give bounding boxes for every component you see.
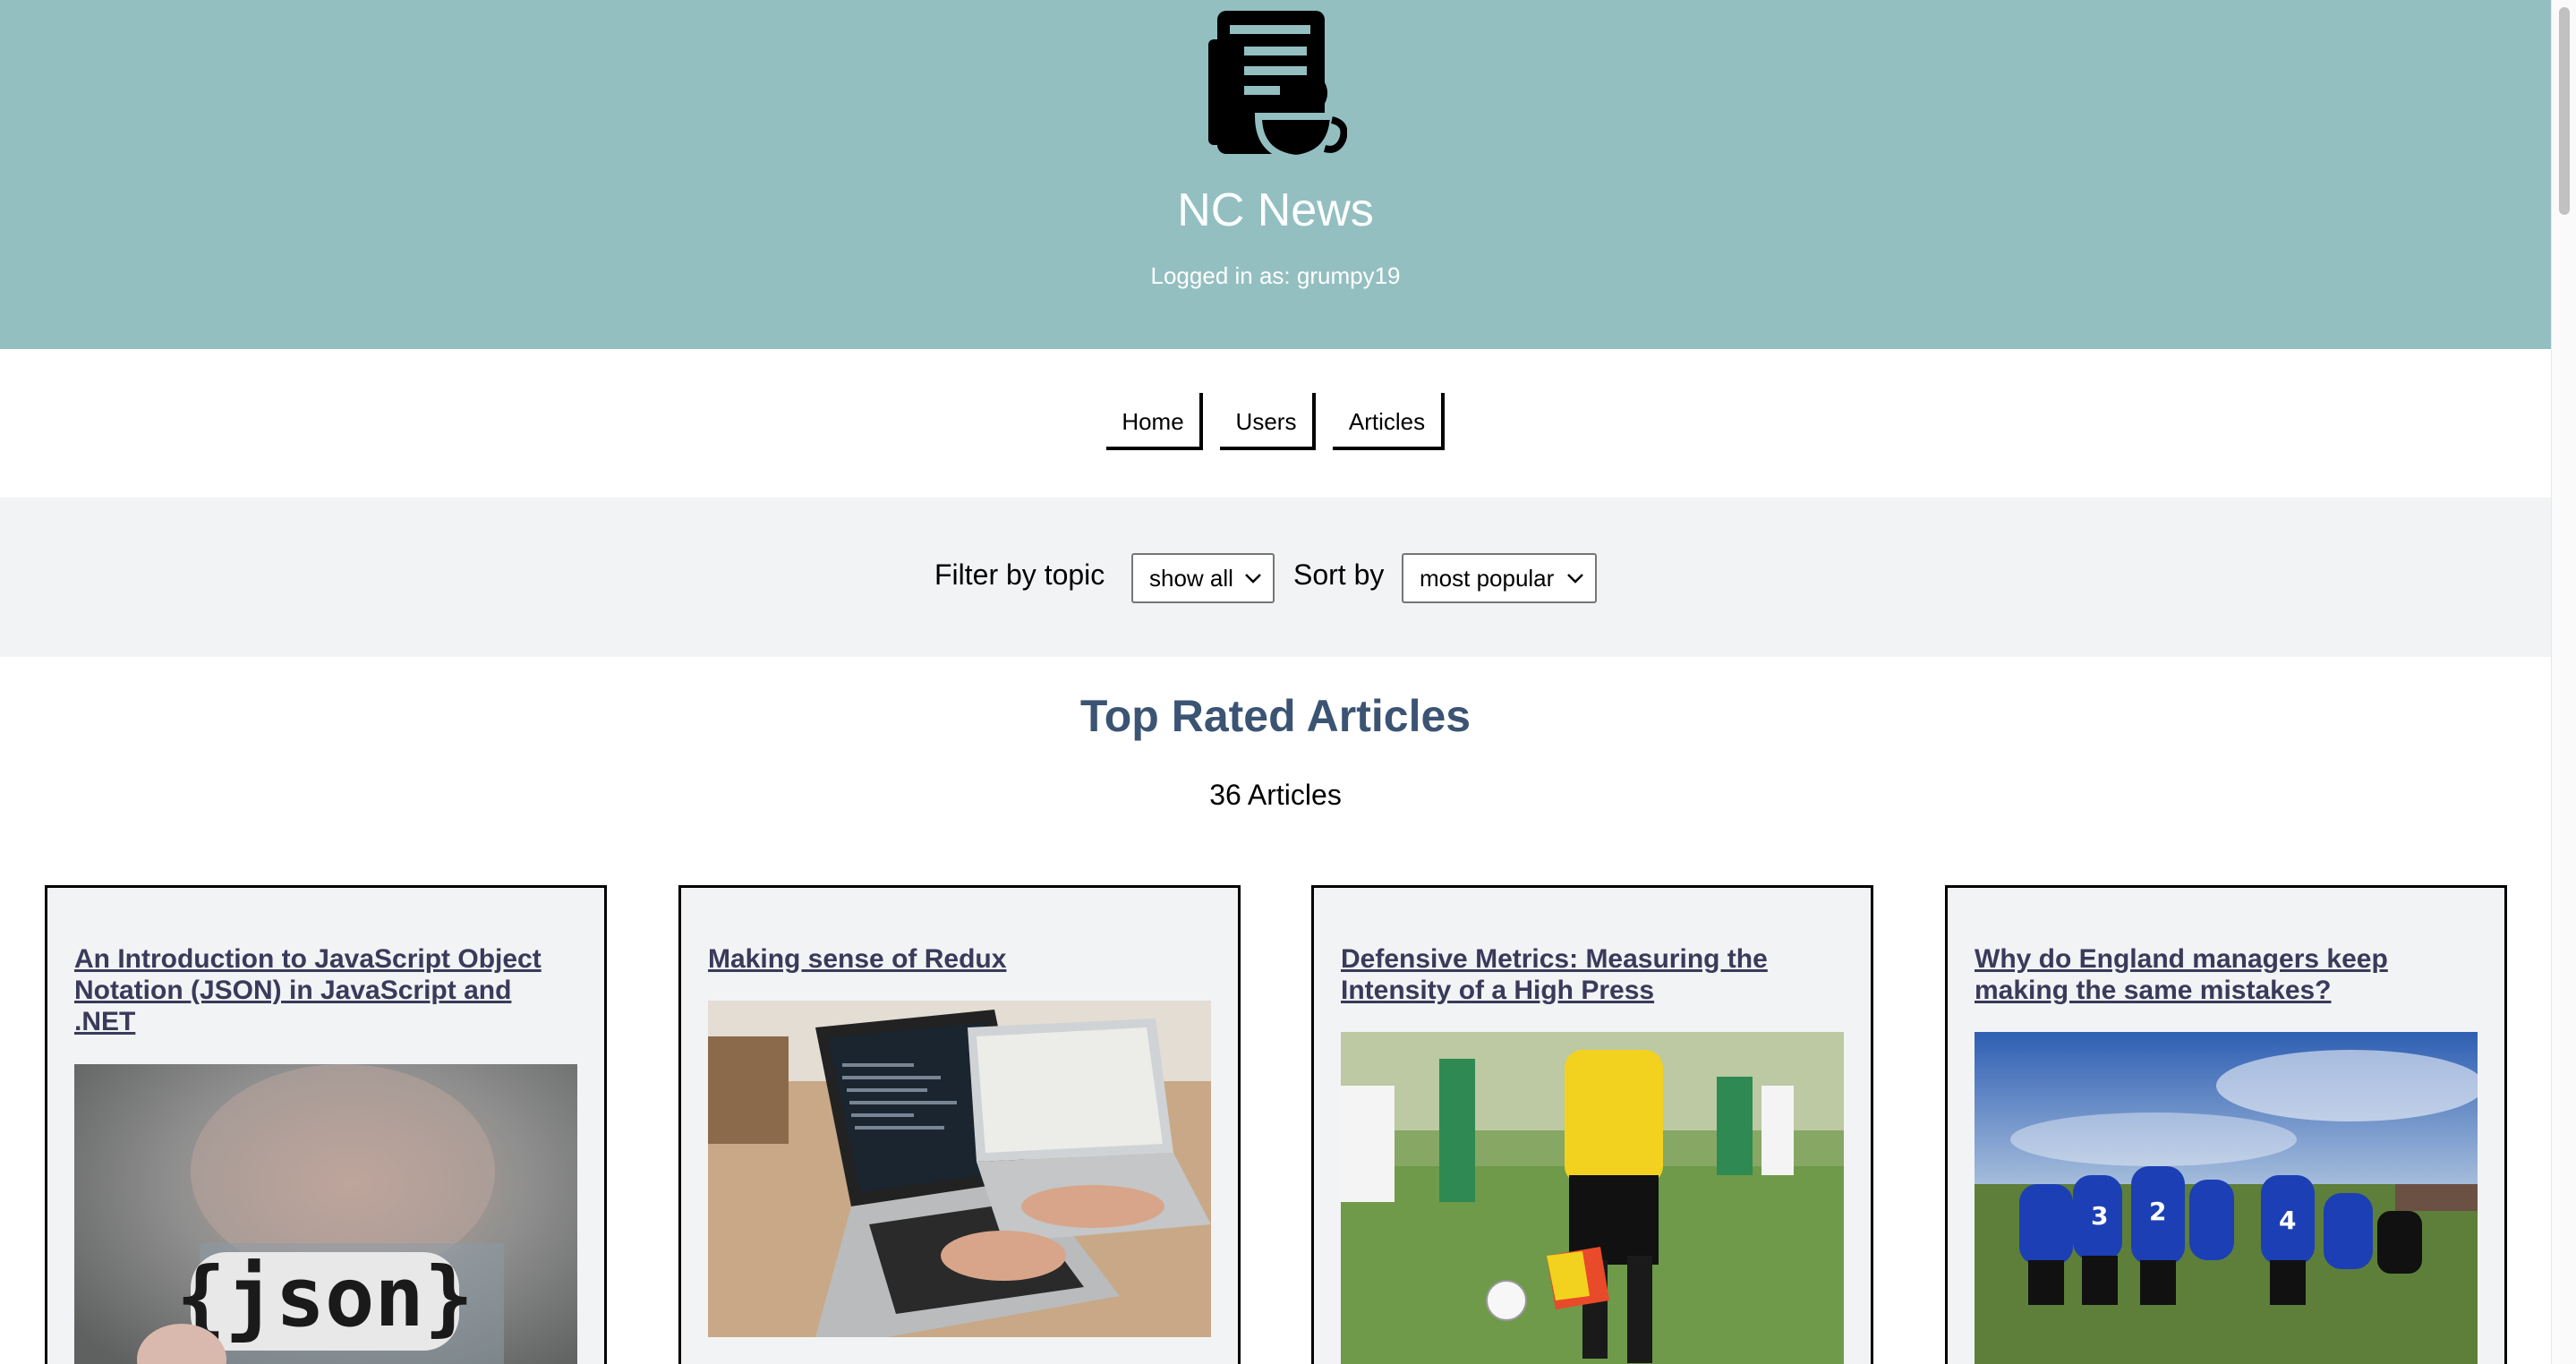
sort-select[interactable]: most popular (1402, 553, 1597, 603)
team-huddle-blue-kits-photo: 3 2 4 (1975, 1032, 2478, 1364)
article-title-link[interactable]: Making sense of Redux (708, 943, 1209, 975)
login-status: Logged in as: grumpy19 (1150, 262, 1401, 289)
sort-label: Sort by (1293, 558, 1385, 591)
laptops-coding-photo (708, 1001, 1211, 1337)
newspaper-coffee-icon (1208, 11, 1347, 163)
chevron-down-icon (1245, 574, 1261, 584)
women-football-referee-photo (1341, 1032, 1844, 1364)
svg-text:3: 3 (2091, 1201, 2108, 1231)
article-card[interactable]: Making sense of Redux (678, 885, 1241, 1364)
article-count: 36 Articles (1209, 779, 1342, 811)
svg-text:{json}: {json} (176, 1249, 473, 1345)
nav-home-button[interactable]: Home (1106, 393, 1203, 450)
page-scrollbar[interactable] (2551, 0, 2576, 1364)
svg-text:2: 2 (2149, 1197, 2166, 1226)
article-card[interactable]: Defensive Metrics: Measuring the Intensi… (1311, 885, 1873, 1364)
article-title-link[interactable]: Defensive Metrics: Measuring the Intensi… (1341, 943, 1842, 1006)
site-header: NC News Logged in as: grumpy19 (0, 0, 2551, 349)
nav-users-button[interactable]: Users (1220, 393, 1316, 450)
site-title: NC News (1177, 184, 1374, 236)
scrollbar-thumb[interactable] (2559, 7, 2570, 215)
page-title: Top Rated Articles (1079, 691, 1471, 741)
main-nav: Home Users Articles (0, 349, 2551, 498)
page: NC News Logged in as: grumpy19 Home User… (0, 0, 2551, 1364)
topic-select-value: show all (1149, 565, 1233, 592)
chevron-down-icon (1567, 574, 1583, 584)
article-title-link[interactable]: Why do England managers keep making the … (1975, 943, 2476, 1006)
json-sticker-photo: {json} (74, 1064, 577, 1364)
topic-select[interactable]: show all (1131, 553, 1275, 603)
topic-filter-label: Filter by topic (934, 558, 1105, 591)
article-card[interactable]: Why do England managers keep making the … (1945, 885, 2507, 1364)
nav-articles-button[interactable]: Articles (1333, 393, 1445, 450)
svg-text:4: 4 (2279, 1206, 2296, 1235)
sort-select-value: most popular (1420, 565, 1555, 592)
article-title-link[interactable]: An Introduction to JavaScript Object Not… (74, 943, 576, 1037)
article-card[interactable]: An Introduction to JavaScript Object Not… (45, 885, 607, 1364)
filter-bar: Filter by topic show all Sort by most po… (0, 498, 2551, 657)
